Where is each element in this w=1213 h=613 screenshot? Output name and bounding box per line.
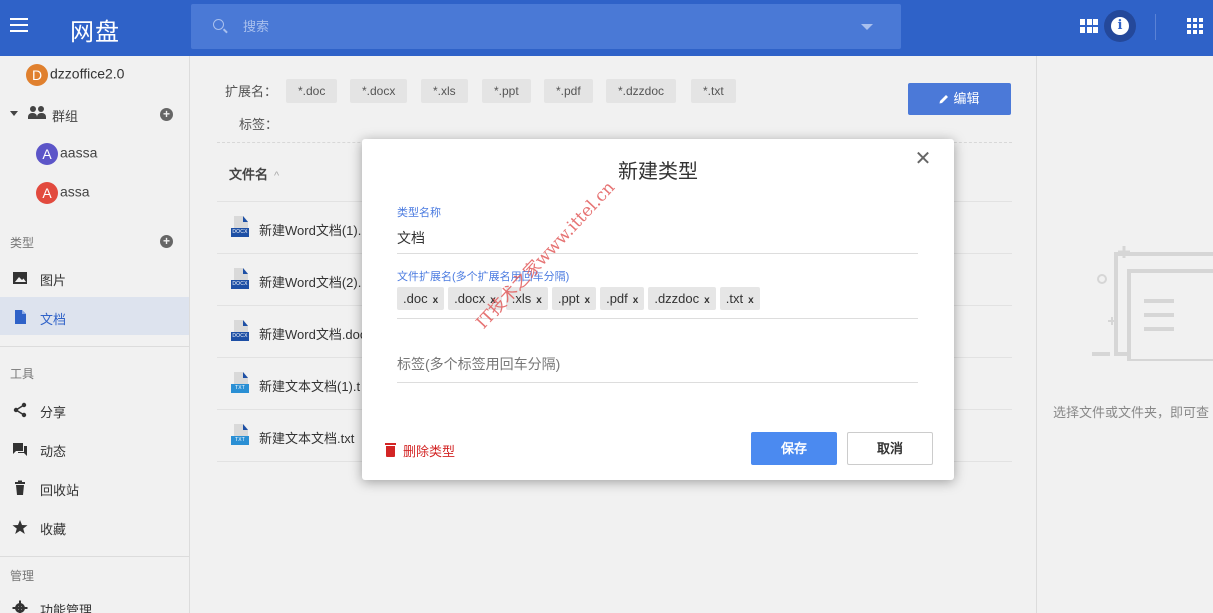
extension-tag-label: .pdf	[606, 291, 628, 306]
remove-tag-icon[interactable]: x	[433, 295, 439, 306]
extension-tag-label: .xls	[511, 291, 532, 306]
extension-tag: .pdf x	[600, 287, 645, 310]
extension-tag-label: .txt	[725, 291, 744, 306]
remove-tag-icon[interactable]: x	[585, 295, 591, 306]
delete-type-button[interactable]: 删除类型	[385, 441, 456, 460]
field-underline	[397, 318, 918, 319]
field-underline	[397, 382, 918, 383]
extension-tag: .dzzdoc x	[648, 287, 716, 310]
extension-tag-label: .docx	[454, 291, 486, 306]
close-icon[interactable]: ✕	[913, 149, 933, 169]
type-name-label: 类型名称	[397, 207, 441, 219]
field-underline	[397, 253, 918, 254]
remove-tag-icon[interactable]: x	[633, 295, 639, 306]
remove-tag-icon[interactable]: x	[748, 295, 754, 306]
extension-tag-label: .dzzdoc	[654, 291, 700, 306]
extensions-field[interactable]: .doc x .docx x .xls x .ppt x .pdf x .dzzdoc x …	[397, 287, 760, 310]
extension-tag-label: .ppt	[557, 291, 580, 306]
extension-tag: .txt x	[719, 287, 760, 310]
new-type-dialog: 新建类型 ✕ 类型名称 文档 文件扩展名(多个扩展名用回车分隔) .doc x .…	[362, 139, 954, 480]
extension-tag: .docx x	[448, 287, 502, 310]
extensions-label: 文件扩展名(多个扩展名用回车分隔)	[397, 271, 570, 283]
extension-tag: .xls x	[505, 287, 548, 310]
cancel-button[interactable]: 取消	[847, 432, 933, 465]
dialog-title: 新建类型	[618, 161, 698, 183]
extension-tag: .ppt x	[551, 287, 597, 310]
tags-input[interactable]	[397, 354, 918, 374]
extension-tag-label: .doc	[403, 291, 428, 306]
remove-tag-icon[interactable]: x	[704, 295, 710, 306]
type-name-field[interactable]: 文档	[397, 228, 425, 248]
save-button[interactable]: 保存	[751, 432, 837, 465]
modal-overlay: 新建类型 ✕ 类型名称 文档 文件扩展名(多个扩展名用回车分隔) .doc x .…	[0, 0, 1213, 613]
delete-type-label: 删除类型	[403, 444, 456, 459]
trash-icon	[385, 443, 396, 457]
extension-tag: .doc x	[397, 287, 445, 310]
remove-tag-icon[interactable]: x	[490, 295, 496, 306]
remove-tag-icon[interactable]: x	[536, 295, 542, 306]
